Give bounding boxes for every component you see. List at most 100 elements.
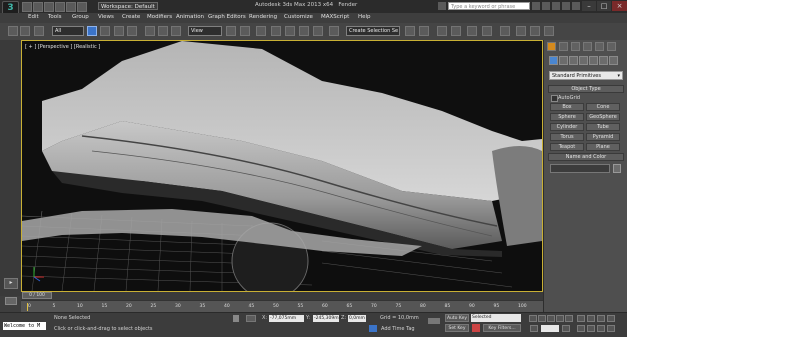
undo-icon[interactable]: [8, 26, 18, 36]
geometry-icon[interactable]: [549, 56, 558, 65]
maximize-button[interactable]: □: [597, 1, 611, 11]
play-icon[interactable]: [547, 315, 555, 322]
previous-frame-icon[interactable]: [538, 315, 546, 322]
tube-button[interactable]: Tube: [586, 123, 620, 131]
key-mode-toggle-icon[interactable]: [530, 325, 538, 332]
subscription-icon[interactable]: [542, 2, 550, 10]
current-frame-field[interactable]: [541, 325, 559, 332]
go-to-start-icon[interactable]: [529, 315, 537, 322]
plane-button[interactable]: Plane: [586, 143, 620, 151]
viewport-label[interactable]: [ + ] [Perspective ] [Realistic ]: [25, 44, 100, 50]
orbit-icon[interactable]: [597, 325, 605, 332]
pan-view-icon[interactable]: [587, 325, 595, 332]
menu-help[interactable]: Help: [358, 14, 371, 20]
auto-key-button[interactable]: Auto Key: [445, 314, 469, 322]
lights-icon[interactable]: [569, 56, 578, 65]
time-tag-icon[interactable]: [369, 325, 377, 332]
menu-tools[interactable]: Tools: [48, 14, 62, 20]
menu-graph-editors[interactable]: Graph Editors: [208, 14, 246, 20]
key-filters-button[interactable]: Key Filters...: [483, 324, 521, 332]
render-setup-icon[interactable]: [516, 26, 526, 36]
binoculars-icon[interactable]: [532, 2, 540, 10]
angle-snap-icon[interactable]: [285, 26, 295, 36]
select-by-name-icon[interactable]: [100, 26, 110, 36]
perspective-viewport[interactable]: [ + ] [Perspective ] [Realistic ]: [21, 40, 543, 292]
systems-icon[interactable]: [609, 56, 618, 65]
menu-animation[interactable]: Animation: [176, 14, 204, 20]
modify-tab-icon[interactable]: [559, 42, 568, 51]
undo-icon[interactable]: [55, 2, 65, 12]
layer-manager-icon[interactable]: [437, 26, 447, 36]
help-icon[interactable]: [572, 2, 580, 10]
hierarchy-tab-icon[interactable]: [571, 42, 580, 51]
maxscript-listener-input[interactable]: Welcome to M: [3, 322, 46, 330]
select-rotate-icon[interactable]: [158, 26, 168, 36]
new-file-icon[interactable]: [22, 2, 32, 12]
add-time-tag[interactable]: Add Time Tag: [381, 326, 415, 332]
pyramid-button[interactable]: Pyramid: [586, 133, 620, 141]
communication-center-icon[interactable]: [552, 2, 560, 10]
x-coordinate-field[interactable]: -77,075mm: [269, 315, 304, 322]
save-file-icon[interactable]: [44, 2, 54, 12]
keyboard-shortcut-override-icon[interactable]: [256, 26, 266, 36]
select-link-icon[interactable]: [34, 26, 44, 36]
viewport-layout-arrow-icon[interactable]: ▸: [4, 278, 18, 289]
menu-maxscript[interactable]: MAXScript: [321, 14, 349, 20]
mini-curve-editor-icon[interactable]: [5, 297, 17, 305]
minimize-button[interactable]: –: [582, 1, 596, 11]
menu-modifiers[interactable]: Modifiers: [147, 14, 172, 20]
infocenter-icon[interactable]: [438, 2, 446, 10]
snaps-toggle-icon[interactable]: [271, 26, 281, 36]
name-color-rollout-header[interactable]: Name and Color: [548, 153, 624, 161]
autogrid-checkbox[interactable]: [551, 95, 558, 102]
schematic-view-icon[interactable]: [482, 26, 492, 36]
menu-create[interactable]: Create: [122, 14, 140, 20]
time-slider[interactable]: 0 / 100: [22, 292, 52, 299]
select-object-icon[interactable]: [87, 26, 97, 36]
key-mode-dropdown[interactable]: Selected: [471, 314, 521, 322]
create-tab-icon[interactable]: [547, 42, 556, 51]
helpers-icon[interactable]: [589, 56, 598, 65]
sphere-button[interactable]: Sphere: [550, 113, 584, 121]
redo-icon[interactable]: [20, 26, 30, 36]
zoom-extents-icon[interactable]: [597, 315, 605, 322]
close-button[interactable]: ×: [612, 1, 627, 11]
time-configuration-icon[interactable]: [562, 325, 570, 332]
help-search-input[interactable]: Type a keyword or phrase: [448, 2, 530, 10]
zoom-all-icon[interactable]: [587, 315, 595, 322]
reference-coordinate-dropdown[interactable]: View: [188, 26, 222, 36]
align-icon[interactable]: [419, 26, 429, 36]
torus-button[interactable]: Torus: [550, 133, 584, 141]
space-warps-icon[interactable]: [599, 56, 608, 65]
menu-customize[interactable]: Customize: [284, 14, 313, 20]
cameras-icon[interactable]: [579, 56, 588, 65]
zoom-icon[interactable]: [577, 315, 585, 322]
workspace-dropdown[interactable]: Workspace: Default: [98, 2, 158, 10]
geosphere-button[interactable]: GeoSphere: [586, 113, 620, 121]
maximize-viewport-icon[interactable]: [607, 325, 615, 332]
selection-filter-dropdown[interactable]: All: [52, 26, 84, 36]
lock-selection-icon[interactable]: [233, 315, 239, 322]
cylinder-button[interactable]: Cylinder: [550, 123, 584, 131]
edit-named-selection-icon[interactable]: [329, 26, 339, 36]
utilities-tab-icon[interactable]: [607, 42, 616, 51]
cone-button[interactable]: Cone: [586, 103, 620, 111]
graphite-ribbon-icon[interactable]: [451, 26, 461, 36]
curve-editor-icon[interactable]: [467, 26, 477, 36]
spinner-snap-icon[interactable]: [313, 26, 323, 36]
render-production-icon[interactable]: [544, 26, 554, 36]
display-tab-icon[interactable]: [595, 42, 604, 51]
material-editor-icon[interactable]: [500, 26, 510, 36]
zoom-extents-all-icon[interactable]: [607, 315, 615, 322]
object-name-input[interactable]: [550, 164, 610, 173]
rendered-frame-window-icon[interactable]: [530, 26, 540, 36]
pivot-center-icon[interactable]: [226, 26, 236, 36]
open-file-icon[interactable]: [33, 2, 43, 12]
object-type-rollout-header[interactable]: Object Type: [548, 85, 624, 93]
primitive-category-dropdown[interactable]: Standard Primitives ▾: [549, 71, 623, 80]
named-selection-dropdown[interactable]: Create Selection Se: [346, 26, 400, 36]
menu-views[interactable]: Views: [98, 14, 114, 20]
next-frame-icon[interactable]: [556, 315, 564, 322]
project-folder-icon[interactable]: [77, 2, 87, 12]
mirror-icon[interactable]: [405, 26, 415, 36]
